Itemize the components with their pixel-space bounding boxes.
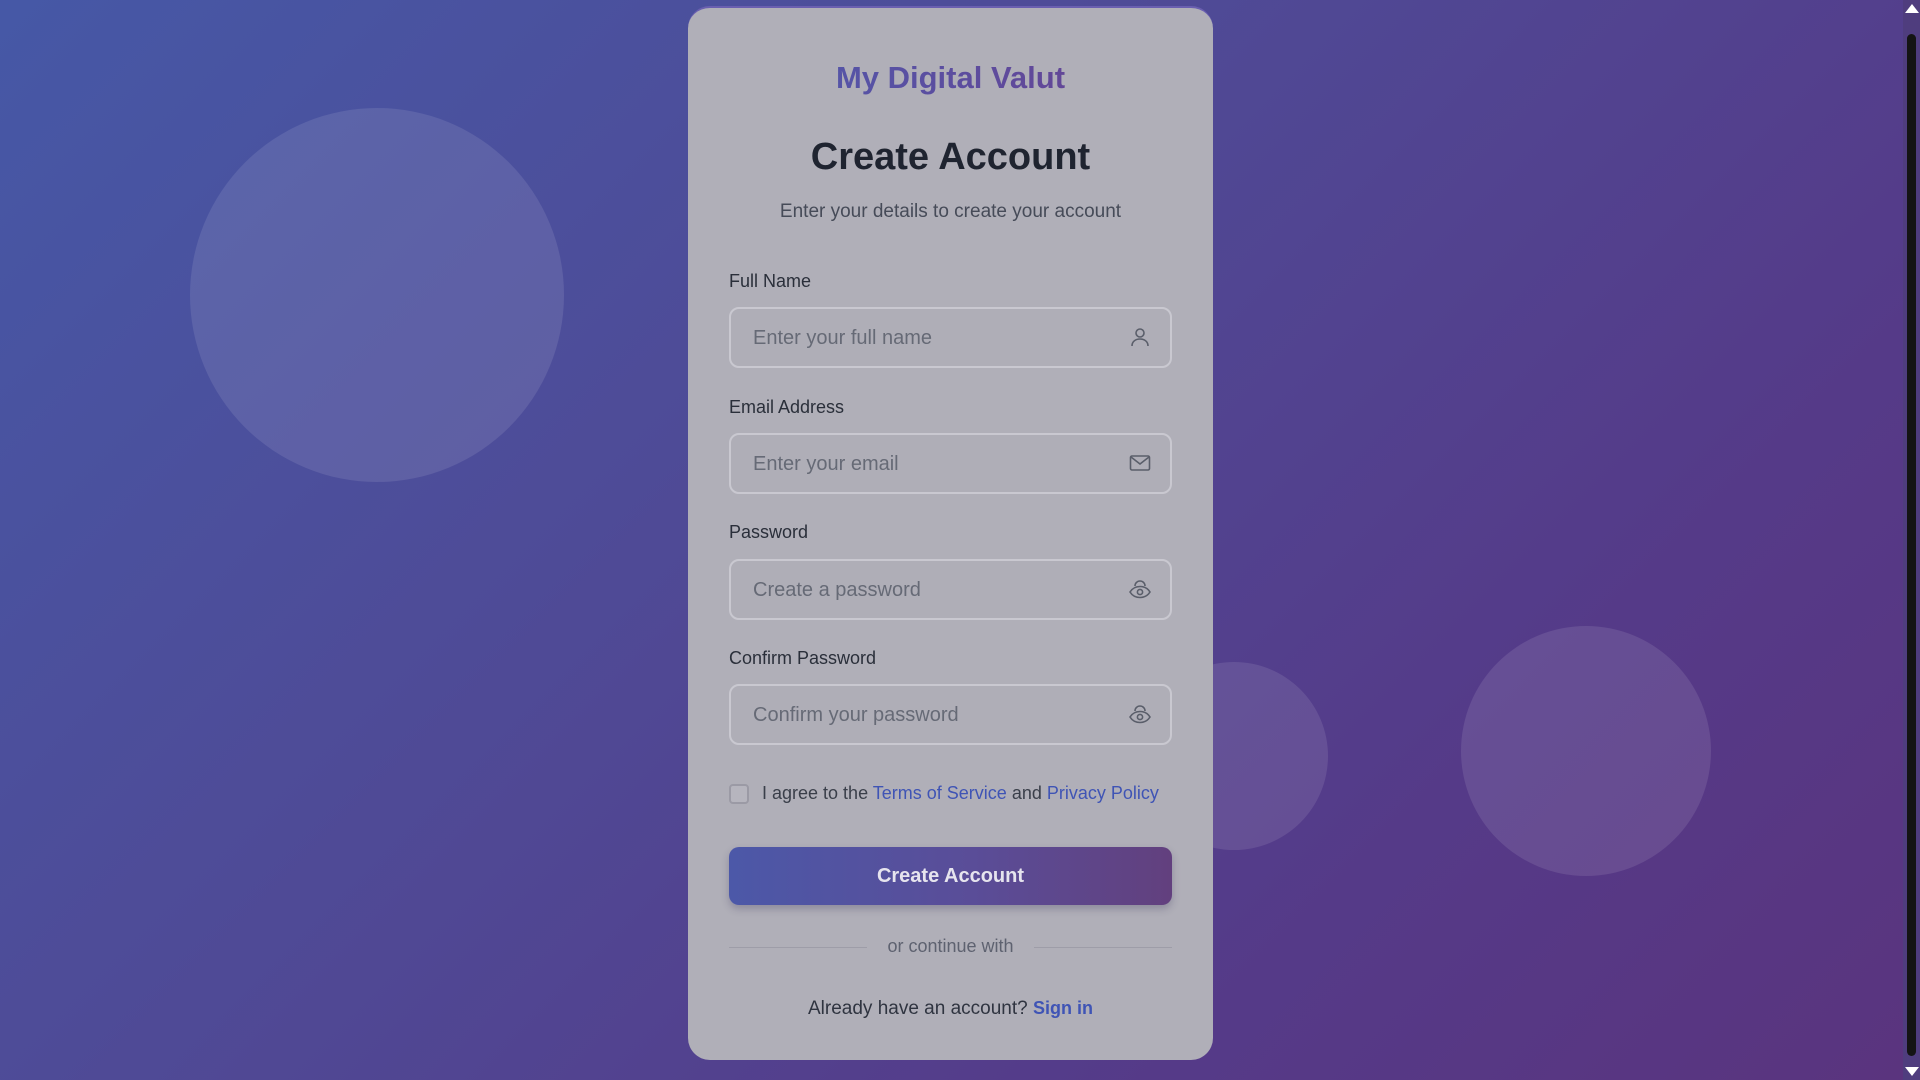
email-field[interactable] [729,433,1172,494]
full-name-field[interactable] [729,307,1172,368]
page-subtitle: Enter your details to create your accoun… [779,201,1122,222]
eye-icon[interactable] [1128,702,1152,726]
confirm-password-label: Confirm Password [729,648,877,668]
scroll-down-arrow-icon[interactable] [1905,1067,1919,1076]
full-name-label: Full Name [729,271,812,291]
eye-icon[interactable] [1128,577,1152,601]
terms-text: I agree to the Terms of Service and Priv… [762,783,1159,804]
signin-link[interactable]: Sign in [1033,998,1093,1018]
divider: or continue with [688,936,1213,957]
signin-prompt-text: Already have an account? [808,998,1028,1019]
signin-prompt: Already have an account? Sign in [688,998,1213,1020]
mail-icon [1129,455,1151,471]
confirm-password-field[interactable] [729,684,1172,745]
terms-and: and [1011,783,1042,803]
full-name-input[interactable] [751,309,1115,368]
confirm-password-input[interactable] [751,686,1115,745]
scroll-up-arrow-icon[interactable] [1905,4,1919,13]
terms-agreement: I agree to the Terms of Service and Priv… [729,782,1199,808]
divider-label: or continue with [867,936,1034,956]
signup-card: My Digital Valut Create Account Enter yo… [688,6,1213,1060]
brand-title: My Digital Valut [688,60,1213,96]
background-bubble [1461,626,1711,876]
email-label: Email Address [729,397,845,417]
create-account-button[interactable]: Create Account [729,847,1172,905]
scroll-thumb[interactable] [1907,34,1916,1056]
email-input[interactable] [751,435,1115,494]
user-icon [1131,328,1149,347]
terms-prefix: I agree to the [762,783,869,803]
password-input[interactable] [751,561,1115,620]
privacy-policy-link[interactable]: Privacy Policy [1047,783,1159,803]
terms-of-service-link[interactable]: Terms of Service [873,783,1007,803]
scrollbar[interactable] [1903,0,1920,1080]
password-field[interactable] [729,559,1172,620]
background-bubble [190,108,564,482]
page-title: Create Account [810,136,1091,178]
password-label: Password [729,522,809,542]
terms-checkbox[interactable] [729,784,749,804]
